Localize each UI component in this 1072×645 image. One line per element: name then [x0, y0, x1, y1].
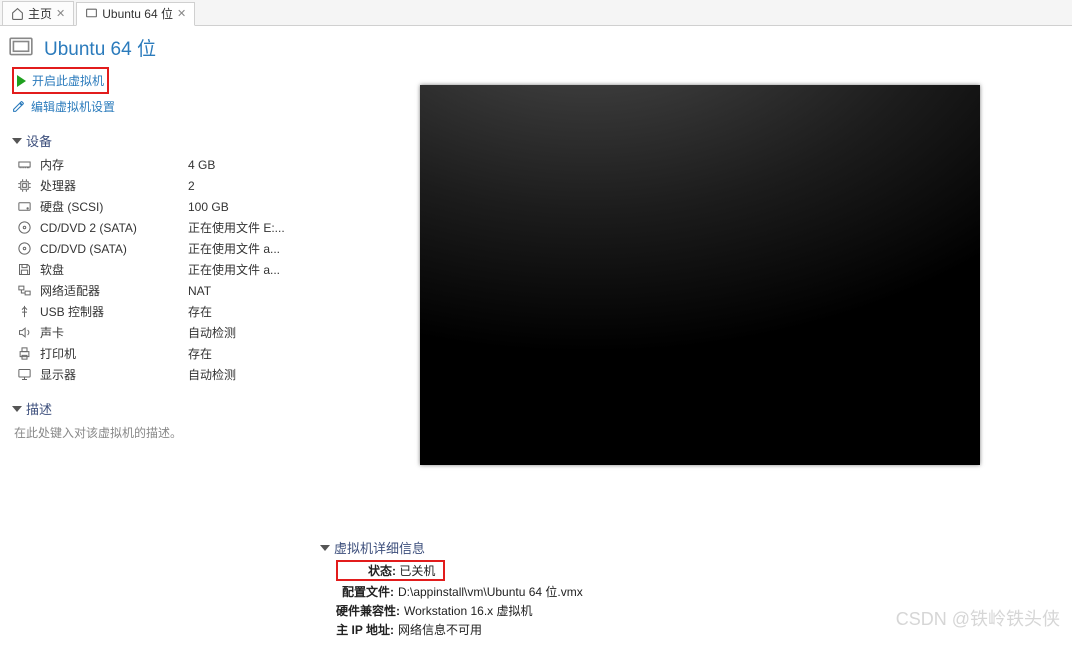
edit-settings-label: 编辑虚拟机设置	[31, 98, 115, 115]
vm-icon	[8, 35, 34, 61]
cd-icon	[16, 220, 32, 236]
device-row[interactable]: 声卡自动检测	[16, 322, 340, 343]
vm-details-title: 虚拟机详细信息	[334, 538, 425, 557]
device-row[interactable]: 打印机存在	[16, 343, 340, 364]
cpu-icon	[16, 178, 32, 194]
title-row: Ubuntu 64 位	[0, 26, 1072, 65]
device-label: CD/DVD 2 (SATA)	[40, 221, 180, 235]
device-label: 显示器	[40, 366, 180, 383]
state-value: 已关机	[399, 562, 435, 579]
device-row[interactable]: 内存 4 GB	[16, 154, 340, 175]
device-value: 4 GB	[188, 158, 215, 172]
vm-tab-icon	[85, 7, 98, 20]
tab-home-label: 主页	[28, 5, 52, 22]
device-value: 自动检测	[188, 324, 236, 341]
device-row[interactable]: 硬盘 (SCSI) 100 GB	[16, 196, 340, 217]
right-panel	[340, 65, 1072, 465]
edit-settings-button[interactable]: 编辑虚拟机设置	[12, 96, 340, 117]
chevron-down-icon	[12, 406, 22, 412]
device-row[interactable]: USB 控制器存在	[16, 301, 340, 322]
vm-details-section: 虚拟机详细信息 状态: 已关机 配置文件: D:\appinstall\vm\U…	[320, 538, 1020, 639]
device-value: 正在使用文件 a...	[188, 261, 280, 278]
compat-value: Workstation 16.x 虚拟机	[404, 602, 533, 619]
ip-value: 网络信息不可用	[398, 621, 482, 638]
disk-icon	[16, 199, 32, 215]
config-value: D:\appinstall\vm\Ubuntu 64 位.vmx	[398, 583, 583, 600]
page-title: Ubuntu 64 位	[44, 34, 156, 61]
device-row[interactable]: 显示器自动检测	[16, 364, 340, 385]
device-value: 2	[188, 179, 195, 193]
config-label: 配置文件:	[336, 583, 394, 600]
ip-label: 主 IP 地址:	[336, 621, 394, 638]
highlight-power-on: 开启此虚拟机	[12, 67, 109, 94]
left-panel: 开启此虚拟机 编辑虚拟机设置 设备 内存 4 GB 处理器 2 硬盘 (SCSI) 100…	[0, 65, 340, 465]
device-label: 软盘	[40, 261, 180, 278]
compat-label: 硬件兼容性:	[336, 602, 400, 619]
close-icon[interactable]: ✕	[177, 7, 186, 20]
device-value: 自动检测	[188, 366, 236, 383]
network-icon	[16, 283, 32, 299]
device-label: 硬盘 (SCSI)	[40, 198, 180, 215]
play-icon	[17, 75, 26, 87]
tab-vm[interactable]: Ubuntu 64 位 ✕	[76, 2, 195, 26]
chevron-down-icon	[320, 545, 330, 551]
vm-details-header[interactable]: 虚拟机详细信息	[320, 538, 1020, 557]
device-label: USB 控制器	[40, 303, 180, 320]
description-input[interactable]: 在此处键入对该虚拟机的描述。	[14, 424, 340, 441]
device-value: 存在	[188, 303, 212, 320]
tab-vm-label: Ubuntu 64 位	[102, 5, 173, 22]
chevron-down-icon	[12, 138, 22, 144]
memory-icon	[16, 157, 32, 173]
device-row[interactable]: 软盘正在使用文件 a...	[16, 259, 340, 280]
display-icon	[16, 367, 32, 383]
device-row[interactable]: 网络适配器 NAT	[16, 280, 340, 301]
device-label: 处理器	[40, 177, 180, 194]
highlight-state: 状态: 已关机	[336, 560, 445, 581]
description-title: 描述	[26, 399, 52, 418]
vm-preview[interactable]	[420, 85, 980, 465]
printer-icon	[16, 346, 32, 362]
device-row[interactable]: 处理器 2	[16, 175, 340, 196]
device-list: 内存 4 GB 处理器 2 硬盘 (SCSI) 100 GB CD/DVD 2 (SATA)…	[16, 154, 340, 385]
device-value: 正在使用文件 a...	[188, 240, 280, 257]
tab-home[interactable]: 主页 ✕	[2, 1, 74, 25]
state-label: 状态:	[338, 562, 396, 579]
device-value: 100 GB	[188, 200, 229, 214]
power-on-label: 开启此虚拟机	[32, 72, 104, 89]
cd-icon	[16, 241, 32, 257]
device-value: NAT	[188, 284, 211, 298]
device-label: 网络适配器	[40, 282, 180, 299]
device-label: 内存	[40, 156, 180, 173]
power-on-button[interactable]: 开启此虚拟机	[17, 70, 104, 91]
floppy-icon	[16, 262, 32, 278]
device-label: 打印机	[40, 345, 180, 362]
sound-icon	[16, 325, 32, 341]
close-icon[interactable]: ✕	[56, 7, 65, 20]
device-row[interactable]: CD/DVD 2 (SATA) 正在使用文件 E:...	[16, 217, 340, 238]
description-header[interactable]: 描述	[12, 399, 340, 418]
device-label: 声卡	[40, 324, 180, 341]
home-icon	[11, 7, 24, 20]
tab-bar: 主页 ✕ Ubuntu 64 位 ✕	[0, 0, 1072, 26]
device-value: 存在	[188, 345, 212, 362]
device-label: CD/DVD (SATA)	[40, 242, 180, 256]
devices-section: 设备 内存 4 GB 处理器 2 硬盘 (SCSI) 100 GB CD/DVD 2 (SA…	[12, 131, 340, 385]
edit-icon	[12, 100, 25, 113]
devices-title: 设备	[26, 131, 52, 150]
devices-header[interactable]: 设备	[12, 131, 340, 150]
device-row[interactable]: CD/DVD (SATA) 正在使用文件 a...	[16, 238, 340, 259]
description-section: 描述 在此处键入对该虚拟机的描述。	[12, 399, 340, 441]
usb-icon	[16, 304, 32, 320]
preview-gloss	[420, 85, 980, 385]
device-value: 正在使用文件 E:...	[188, 219, 285, 236]
